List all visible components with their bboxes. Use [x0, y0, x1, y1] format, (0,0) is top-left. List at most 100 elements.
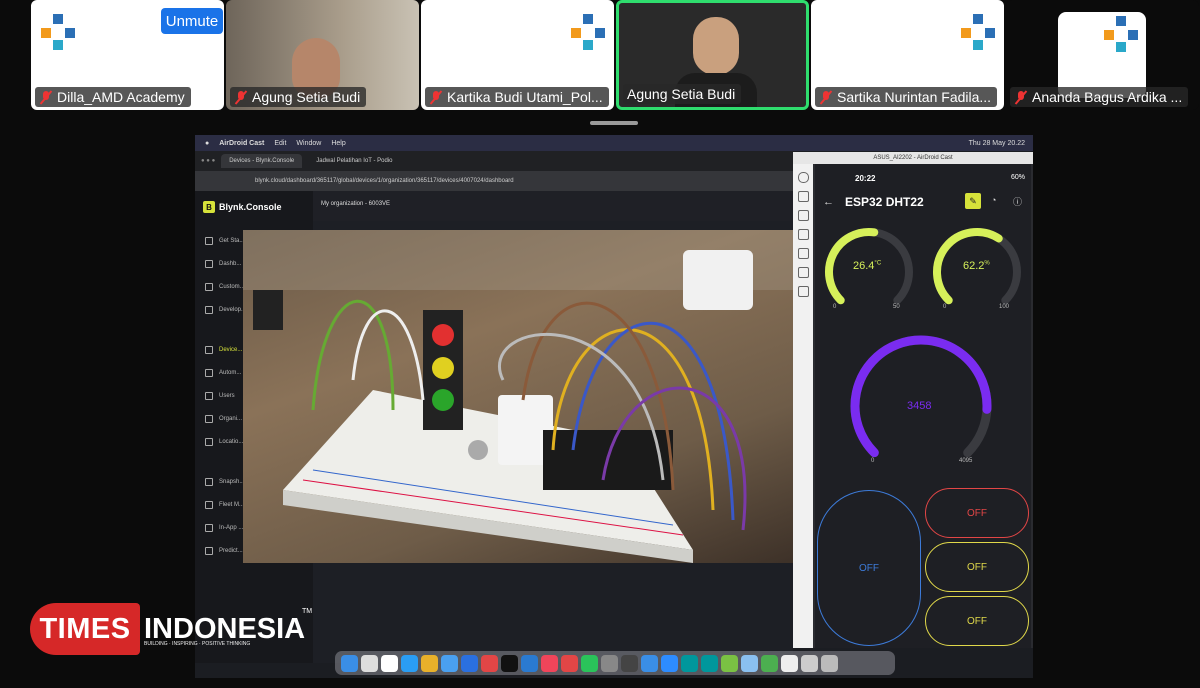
music-icon[interactable]: [541, 654, 558, 672]
toggle-button-yellow-2[interactable]: OFF: [925, 596, 1029, 646]
wrench-icon[interactable]: ✎: [965, 193, 981, 209]
finder-icon[interactable]: [341, 654, 358, 672]
blynk-sidebar-item[interactable]: Dashb...: [205, 260, 241, 268]
participant-name: Dilla_AMD Academy: [57, 89, 185, 105]
profile-icon[interactable]: [797, 172, 809, 183]
toggle-button-red[interactable]: OFF: [925, 488, 1029, 538]
blynk-logo-text: Blynk.Console: [219, 202, 282, 212]
participant-video-face: [693, 17, 739, 75]
participant-tile-5[interactable]: Sartika Nurintan Fadila...: [811, 0, 1004, 110]
sidebar-item-label: In-App ...: [219, 525, 244, 531]
participant-name-bar: Agung Setia Budi: [230, 87, 367, 107]
unmute-button[interactable]: Unmute: [161, 8, 223, 34]
terminal-icon[interactable]: [501, 654, 518, 672]
mac-menu-item[interactable]: Edit: [274, 140, 286, 147]
back-arrow-icon[interactable]: ←: [823, 196, 834, 208]
browser-url-bar[interactable]: blynk.cloud/dashboard/365117/global/devi…: [195, 171, 793, 191]
organization-selector[interactable]: My organization - 6003VE: [321, 201, 390, 207]
arduino-icon[interactable]: [681, 654, 698, 672]
bell-icon[interactable]: ◔: [991, 195, 996, 205]
event-logo: [41, 10, 81, 50]
device-title: ESP32 DHT22: [845, 195, 924, 209]
preview-icon[interactable]: [781, 654, 798, 672]
toggle-button-yellow[interactable]: OFF: [925, 542, 1029, 592]
launchpad-icon[interactable]: [361, 654, 378, 672]
app-icon[interactable]: [461, 654, 478, 672]
participant-name: Agung Setia Budi: [252, 89, 361, 105]
blynk-sidebar-item[interactable]: Snapsh...: [205, 478, 244, 486]
settings-icon[interactable]: [601, 654, 618, 672]
app-icon[interactable]: [801, 654, 818, 672]
mail-icon[interactable]: [441, 654, 458, 672]
participant-tile-3[interactable]: Kartika Budi Utami_Pol...: [421, 0, 614, 110]
browser-tab[interactable]: Devices - Blynk.Console: [221, 154, 303, 168]
touch-icon[interactable]: [797, 229, 809, 240]
blynk-sidebar-item[interactable]: Fleet M...: [205, 501, 244, 509]
blynk-sidebar-item[interactable]: Locatio...: [205, 438, 243, 446]
phone-time: 20:22: [855, 174, 876, 183]
gauge-fill: [850, 335, 992, 458]
blynk-header: My organization - 6003VE: [313, 191, 793, 221]
volume-icon[interactable]: [797, 248, 809, 259]
sidebar-item-label: Organi...: [219, 416, 243, 422]
blynk-sidebar-item[interactable]: In-App ...: [205, 524, 243, 532]
mac-clock: Thu 28 May 20.22: [968, 139, 1025, 147]
humidity-min: 0: [943, 304, 947, 310]
sidebar-item-icon: [205, 369, 213, 377]
blynk-sidebar-item[interactable]: Device...: [205, 346, 242, 354]
analog-max: 4095: [959, 458, 973, 464]
sidebar-item-label: Users: [219, 393, 235, 399]
blynk-b-icon: B: [203, 201, 215, 213]
whatsapp-icon[interactable]: [581, 654, 598, 672]
participant-tile-6[interactable]: Ananda Bagus Ardika ...: [1006, 0, 1199, 110]
info-icon[interactable]: ⓘ: [1013, 195, 1022, 208]
browser-tab[interactable]: Jadwal Pelatihan IoT - Podio: [308, 154, 400, 168]
app-icon[interactable]: [701, 654, 718, 672]
watermark-brand-box: TIMES: [30, 603, 140, 655]
blynk-sidebar-item[interactable]: Autom...: [205, 369, 241, 377]
folder-icon[interactable]: [741, 654, 758, 672]
strip-resize-handle[interactable]: [590, 121, 638, 125]
blynk-sidebar-item[interactable]: Users: [205, 392, 235, 400]
participant-name-bar: Kartika Budi Utami_Pol...: [425, 87, 609, 107]
screenshot-icon[interactable]: [797, 191, 809, 202]
settings-icon[interactable]: [797, 210, 809, 221]
mic-icon[interactable]: [797, 267, 809, 278]
sidebar-item-icon: [205, 501, 213, 509]
mac-menu-bar: ● AirDroid Cast Edit Window Help Thu 28 …: [195, 135, 1033, 151]
mic-off-icon: [1014, 90, 1028, 104]
calendar-icon[interactable]: [381, 654, 398, 672]
blynk-sidebar-item[interactable]: Custom...: [205, 283, 245, 291]
blynk-sidebar-item[interactable]: Organi...: [205, 415, 242, 423]
participant-name-bar: Sartika Nurintan Fadila...: [815, 87, 998, 107]
participant-tile-1[interactable]: Unmute ··· Dilla_AMD Academy: [31, 0, 224, 110]
app-icon[interactable]: [641, 654, 658, 672]
app-icon[interactable]: [481, 654, 498, 672]
app-icon[interactable]: [621, 654, 638, 672]
sidebar-item-icon: [205, 392, 213, 400]
chrome-icon[interactable]: [421, 654, 438, 672]
app-icon[interactable]: [761, 654, 778, 672]
app-icon[interactable]: [561, 654, 578, 672]
mac-menu-item[interactable]: Window: [296, 140, 321, 147]
toggle-button-blue[interactable]: OFF: [817, 490, 921, 646]
blynk-sidebar-item[interactable]: Develop...: [205, 306, 246, 314]
watermark-tagline: BUILDING · INSPIRING · POSITIVE THINKING: [144, 641, 251, 647]
mac-menu-item[interactable]: Help: [331, 140, 345, 147]
event-logo: [961, 10, 1001, 57]
trash-icon[interactable]: [821, 654, 838, 672]
apple-icon: ●: [205, 139, 210, 147]
keyboard-icon[interactable]: [797, 286, 809, 297]
zoom-icon[interactable]: [661, 654, 678, 672]
window-controls-icon[interactable]: ● ● ●: [201, 158, 215, 164]
vscode-icon[interactable]: [521, 654, 538, 672]
airdroid-icon[interactable]: [721, 654, 738, 672]
sidebar-item-label: Fleet M...: [219, 502, 245, 508]
blynk-sidebar-item[interactable]: Predict...: [205, 547, 243, 555]
blynk-sidebar-item[interactable]: Get Sta...: [205, 237, 244, 245]
participant-tile-active-speaker[interactable]: Agung Setia Budi: [616, 0, 809, 110]
mac-menu-item[interactable]: AirDroid Cast: [219, 140, 264, 147]
safari-icon[interactable]: [401, 654, 418, 672]
phone-screen: 20:22 60% ← ESP32 DHT22 ✎ ◔ ⓘ 26.4°C 0 5…: [815, 164, 1031, 648]
participant-tile-2[interactable]: Agung Setia Budi: [226, 0, 419, 110]
